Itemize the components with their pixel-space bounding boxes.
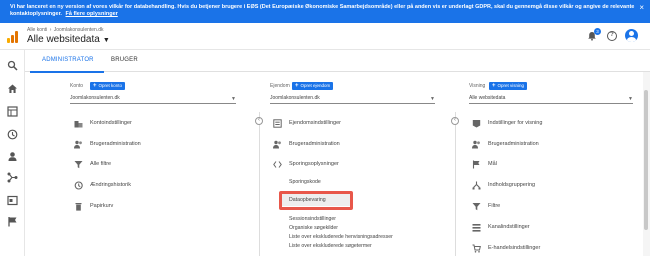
ejendom-item-sporingsoplysninger[interactable]: Sporingsoplysninger (289, 161, 339, 167)
channel-icon (472, 224, 481, 232)
konto-item-kontoindstillinger[interactable]: Kontoindstillinger (90, 120, 132, 126)
visning-item-indholdsgruppering[interactable]: Indholdsgruppering (488, 182, 535, 188)
avatar[interactable] (625, 29, 638, 42)
konto-item-papirkurv[interactable]: Papirkurv (90, 203, 113, 209)
left-nav (0, 50, 25, 256)
create-view-button[interactable]: + Opret visning (489, 82, 528, 90)
history-icon (74, 181, 83, 190)
ejendom-heading: Ejendom (270, 83, 290, 89)
create-account-button[interactable]: + Opret konto (90, 82, 126, 90)
create-account-label: Opret konto (98, 83, 123, 88)
visning-item-kanalindstillinger[interactable]: Kanalindstillinger (488, 224, 530, 230)
plus-icon: + (492, 83, 496, 89)
account-selector-value: Joomlakonsulenten.dk (70, 95, 120, 101)
clock-icon[interactable] (7, 129, 18, 140)
page-title[interactable]: Alle websitedata (27, 34, 100, 45)
visning-item-brugeradministration[interactable]: Brugeradministration (488, 141, 539, 147)
tab-administrator[interactable]: ADMINISTRATOR (42, 57, 94, 63)
highlight-box (279, 191, 353, 210)
ejendom-item-ejendomsindstillinger[interactable]: Ejendomsindstillinger (289, 120, 341, 126)
breadcrumb-account[interactable]: Alle konti (27, 27, 47, 33)
flag-icon[interactable] (7, 216, 18, 227)
visning-item-maal[interactable]: Mål (488, 161, 497, 167)
chevron-down-icon: ▼ (628, 96, 633, 102)
gdpr-banner: Vi har lanceret en ny version af vores v… (0, 0, 650, 23)
banner-link[interactable]: Få flere oplysninger (66, 11, 118, 17)
home-icon[interactable] (7, 83, 18, 94)
help-icon[interactable]: ? (607, 31, 617, 41)
chevron-down-icon: ▼ (430, 96, 435, 102)
plus-icon: + (93, 83, 97, 89)
scrollbar-thumb[interactable] (644, 90, 648, 230)
create-view-label: Opret visning (497, 83, 525, 88)
column-divider (455, 112, 456, 256)
tab-bar: ADMINISTRATOR BRUGER (25, 50, 650, 72)
goal-flag-icon (472, 160, 480, 169)
view-selector-value: Alle websitedata (469, 95, 506, 101)
breadcrumb[interactable]: Alle konti › Joomlakonsulenten.dk (27, 27, 104, 33)
building-icon (74, 121, 83, 128)
property-selector-value: Joomlakonsulenten.dk (270, 95, 320, 101)
view-settings-icon (472, 120, 481, 128)
filter-icon (74, 161, 83, 169)
users-icon (273, 140, 281, 149)
content-grouping-icon (472, 181, 481, 190)
plus-icon: + (295, 83, 299, 89)
tracking-code-icon (273, 161, 282, 168)
users-icon (74, 140, 82, 149)
cart-icon (472, 244, 481, 253)
person-icon[interactable] (7, 151, 18, 162)
visning-item-filtre[interactable]: Filtre (488, 203, 500, 209)
subitem-sessionsindstillinger[interactable]: Sessionsindstillinger (289, 216, 336, 222)
acquisition-icon[interactable] (7, 172, 18, 183)
analytics-logo-icon[interactable] (7, 31, 19, 43)
chevron-down-icon[interactable]: ▼ (103, 37, 110, 44)
view-selector-dropdown[interactable]: Alle websitedata ▼ (469, 95, 633, 104)
visning-item-ehandelsindstillinger[interactable]: E-handelsindstillinger (488, 245, 540, 251)
create-property-button[interactable]: + Opret ejendom (292, 82, 334, 90)
behavior-icon[interactable] (7, 195, 18, 206)
visning-item-indstillinger[interactable]: Indstillinger for visning (488, 120, 542, 126)
visning-heading: Visning (469, 83, 486, 89)
users-icon (472, 140, 480, 149)
top-bar: Alle konti › Joomlakonsulenten.dk Alle w… (0, 23, 650, 50)
konto-item-aendringshistorik[interactable]: Ændringshistorik (90, 182, 131, 188)
account-selector[interactable]: Joomlakonsulenten.dk ▼ (70, 95, 236, 104)
trash-icon (75, 203, 82, 211)
close-icon[interactable]: × (639, 4, 644, 12)
create-property-label: Opret ejendom (300, 83, 331, 88)
subitem-organiske-soegekilder[interactable]: Organiske søgekilder (289, 225, 338, 231)
filter-icon (472, 203, 481, 211)
view-selector[interactable]: Alle websitedata ▼ (27, 34, 110, 45)
ejendom-item-brugeradministration[interactable]: Brugeradministration (289, 141, 340, 147)
subitem-sporingskode[interactable]: Sporingskode (289, 179, 321, 185)
breadcrumb-separator: › (49, 27, 52, 33)
chevron-down-icon: ▼ (231, 96, 236, 102)
konto-heading: Konto (70, 83, 84, 89)
search-icon[interactable] (7, 60, 18, 71)
property-selector[interactable]: Joomlakonsulenten.dk ▼ (270, 95, 435, 104)
breadcrumb-property[interactable]: Joomlakonsulenten.dk (54, 27, 104, 33)
subitem-ekskluderede-soegetermer[interactable]: Liste over ekskluderede søgetermer (289, 243, 372, 249)
konto-item-alle-filtre[interactable]: Alle filtre (90, 161, 111, 167)
dashboard-icon[interactable] (7, 106, 18, 117)
notification-badge: 3 (594, 28, 601, 35)
collapse-circle-icon[interactable]: ‹ (255, 117, 263, 125)
konto-item-brugeradministration[interactable]: Brugeradministration (90, 141, 141, 147)
column-divider (259, 112, 260, 256)
subitem-ekskluderede-henvisningsadresser[interactable]: Liste over ekskluderede henvisningsadres… (289, 234, 393, 240)
active-tab-indicator (30, 71, 104, 73)
tab-bruger[interactable]: BRUGER (111, 57, 138, 63)
property-settings-icon (273, 119, 282, 128)
collapse-circle-icon[interactable]: ‹ (451, 117, 459, 125)
